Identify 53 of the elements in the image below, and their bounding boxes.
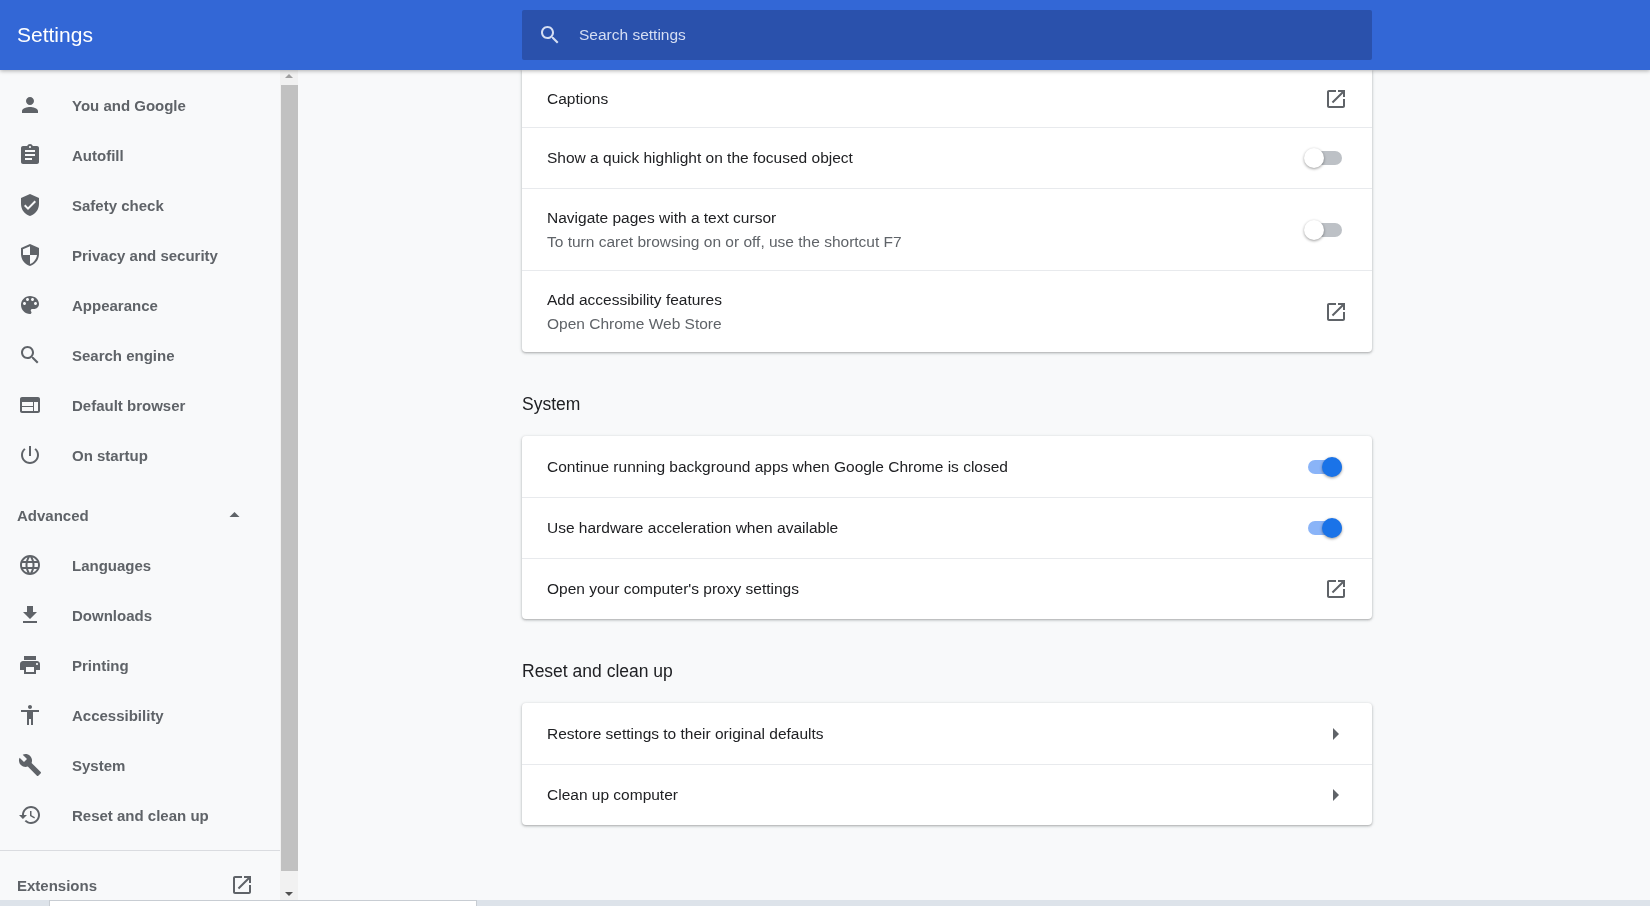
setting-label: Navigate pages with a text cursor xyxy=(547,208,778,227)
toggle-switch[interactable] xyxy=(1304,148,1342,168)
shield-check-icon xyxy=(18,193,42,217)
nav-item[interactable]: On startup xyxy=(0,430,280,480)
open-in-new-icon xyxy=(230,873,254,897)
open-in-new-icon xyxy=(1324,577,1348,601)
caret-up-icon xyxy=(229,512,240,518)
nav-item[interactable]: Reset and clean up xyxy=(0,790,280,840)
nav-item[interactable]: Safety check xyxy=(0,180,280,230)
setting-label: Clean up computer xyxy=(547,786,679,804)
setting-label: Show a quick highlight on the focused object xyxy=(547,149,854,167)
caret-up-icon xyxy=(285,74,293,79)
section-heading: System xyxy=(522,393,582,416)
nav-item[interactable]: Accessibility xyxy=(0,690,280,740)
history-icon xyxy=(18,803,42,827)
setting-description: Open Chrome Web Store xyxy=(547,314,723,333)
nav-item[interactable]: Search engine xyxy=(0,330,280,380)
nav-item[interactable]: System xyxy=(0,740,280,790)
section-heading: Reset and clean up xyxy=(522,660,674,683)
nav-item[interactable]: Default browser xyxy=(0,380,280,430)
printer-icon xyxy=(18,653,42,677)
caret-down-icon xyxy=(285,891,293,896)
vertical-scrollbar[interactable] xyxy=(280,70,298,900)
setting-label: Captions xyxy=(547,89,610,108)
caret-right-icon xyxy=(1333,727,1339,740)
setting-label: Restore settings to their original defaults xyxy=(547,724,825,743)
advanced-toggle[interactable]: Advanced xyxy=(0,490,280,540)
setting-label: Add accessibility features xyxy=(547,290,723,309)
horizontal-scrollbar[interactable] xyxy=(49,900,477,906)
shield-icon xyxy=(18,243,42,267)
nav-item[interactable]: Languages xyxy=(0,540,280,590)
setting-label: Continue running background apps when Google Chrome is closed xyxy=(547,457,1009,476)
setting-label: Open your computer's proxy settings xyxy=(547,580,800,598)
wrench-icon xyxy=(18,753,42,777)
power-icon xyxy=(18,443,42,467)
toggle-switch[interactable] xyxy=(1304,219,1342,240)
setting-description: To turn caret browsing on or off, use the shortcut F7 xyxy=(547,232,903,251)
nav-item[interactable]: Autofill xyxy=(0,130,280,180)
extensions-link[interactable]: Extensions xyxy=(0,851,280,900)
page-title: Settings xyxy=(16,23,94,47)
accessibility-icon xyxy=(18,703,42,727)
external-link-button[interactable] xyxy=(1324,577,1348,601)
nav-item[interactable]: Downloads xyxy=(0,590,280,640)
nav-item[interactable]: Printing xyxy=(0,640,280,690)
nav-item[interactable]: Appearance xyxy=(0,280,280,330)
caret-right-icon xyxy=(1333,789,1339,801)
search-field[interactable]: Search settings xyxy=(522,10,1372,60)
palette-icon xyxy=(18,293,42,317)
nav-item[interactable]: Privacy and security xyxy=(0,230,280,280)
setting-label: Use hardware acceleration when available xyxy=(547,519,840,537)
nav-item[interactable]: You and Google xyxy=(0,80,280,130)
clipboard-icon xyxy=(18,143,42,167)
globe-icon xyxy=(18,553,42,577)
